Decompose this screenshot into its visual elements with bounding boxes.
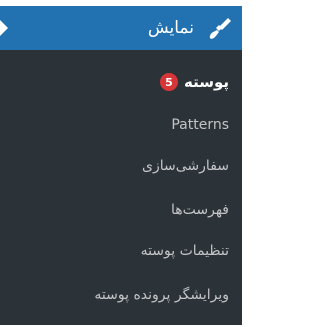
submenu: پوسته 5 Patterns سفارشی‌سازی فهرست‌ها تن… bbox=[0, 50, 242, 325]
submenu-item-label: تنظیمات پوسته bbox=[140, 243, 229, 259]
submenu-item-themes[interactable]: پوسته 5 bbox=[159, 69, 229, 95]
submenu-item-label: فهرست‌ها bbox=[171, 202, 229, 218]
current-menu-arrow bbox=[0, 20, 8, 36]
submenu-item-customize[interactable]: سفارشی‌سازی bbox=[142, 153, 229, 179]
submenu-item-patterns[interactable]: Patterns bbox=[171, 112, 229, 138]
update-count-badge: 5 bbox=[159, 73, 178, 91]
submenu-item-theme-settings[interactable]: تنظیمات پوسته bbox=[141, 238, 229, 264]
paintbrush-icon bbox=[209, 18, 231, 39]
menu-title: نمایش bbox=[147, 18, 194, 38]
submenu-item-label: ویرایشگر پرونده پوسته bbox=[94, 287, 229, 303]
submenu-item-label: پوسته bbox=[183, 73, 229, 91]
submenu-item-theme-file-editor[interactable]: ویرایشگر پرونده پوسته bbox=[94, 282, 229, 308]
submenu-item-menus[interactable]: فهرست‌ها bbox=[171, 197, 229, 223]
submenu-item-label: Patterns bbox=[171, 117, 229, 133]
menu-appearance[interactable]: نمایش bbox=[0, 6, 242, 50]
admin-menu: نمایش پوسته 5 Patterns سفارشی‌سازی فهرست… bbox=[0, 0, 242, 327]
submenu-item-label: سفارشی‌سازی bbox=[142, 158, 229, 174]
